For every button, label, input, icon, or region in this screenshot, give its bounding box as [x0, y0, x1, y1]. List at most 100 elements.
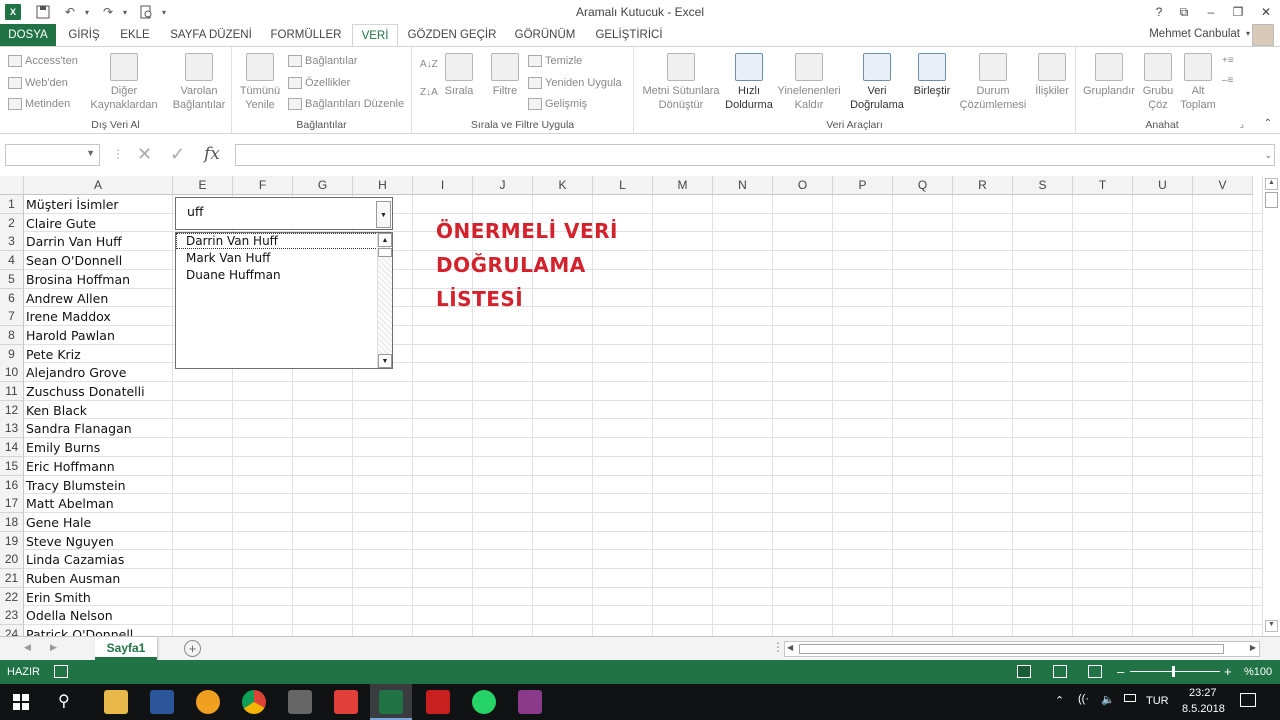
suggestion-list[interactable]: Darrin Van Huff Mark Van Huff Duane Huff…: [175, 232, 393, 369]
row-header[interactable]: 13: [0, 419, 24, 439]
column-header[interactable]: S: [1013, 176, 1073, 195]
table-row[interactable]: Ken Black: [26, 401, 87, 420]
table-row[interactable]: Harold Pawlan: [26, 326, 115, 345]
table-row[interactable]: Andrew Allen: [26, 289, 108, 308]
column-header[interactable]: K: [533, 176, 593, 195]
chrome-icon[interactable]: [242, 690, 266, 714]
table-row[interactable]: Pete Kriz: [26, 345, 81, 364]
volume-icon[interactable]: 🔈: [1101, 693, 1115, 706]
macro-record-icon[interactable]: [54, 665, 68, 678]
calculator-icon[interactable]: [288, 690, 312, 714]
row-header[interactable]: 17: [0, 494, 24, 514]
filter-button[interactable]: Filtre: [486, 53, 524, 98]
hide-detail-icon[interactable]: –≡: [1222, 75, 1233, 86]
other-sources-button[interactable]: Diğer Kaynaklardan: [84, 53, 164, 112]
list-item[interactable]: Duane Huffman: [186, 268, 281, 282]
tab-page-layout[interactable]: SAYFA DÜZENİ: [162, 24, 260, 46]
column-header[interactable]: E: [173, 176, 233, 195]
from-text-button[interactable]: Metinden: [8, 98, 70, 110]
scroll-down-icon[interactable]: ▼: [378, 354, 392, 368]
existing-connections-button[interactable]: Varolan Bağlantılar: [168, 53, 230, 112]
list-scroll-thumb[interactable]: [378, 248, 392, 257]
row-header[interactable]: 4: [0, 251, 24, 271]
zoom-slider-track[interactable]: [1130, 671, 1220, 672]
search-combobox[interactable]: uff ▼: [175, 197, 393, 230]
page-layout-view-icon[interactable]: [1053, 665, 1067, 678]
file-explorer-icon[interactable]: [104, 690, 128, 714]
horizontal-scrollbar[interactable]: ◀ ▶: [784, 641, 1260, 657]
row-header[interactable]: 16: [0, 475, 24, 495]
tab-developer[interactable]: GELİŞTİRİCİ: [588, 24, 670, 46]
maximize-button[interactable]: ❐: [1223, 2, 1253, 22]
clock-date[interactable]: 8.5.2018: [1182, 703, 1225, 715]
properties-button[interactable]: Özellikler: [288, 77, 350, 89]
vertical-scroll-thumb[interactable]: [1265, 192, 1278, 208]
scroll-left-icon[interactable]: ◀: [787, 643, 793, 652]
connections-button[interactable]: Bağlantılar: [288, 55, 358, 67]
acrobat-icon[interactable]: [426, 690, 450, 714]
row-header[interactable]: 12: [0, 400, 24, 420]
tab-file[interactable]: DOSYA: [0, 24, 56, 46]
column-header[interactable]: U: [1133, 176, 1193, 195]
row-header[interactable]: 7: [0, 307, 24, 327]
column-header[interactable]: V: [1193, 176, 1253, 195]
user-dropdown-icon[interactable]: ▾: [1246, 29, 1250, 38]
row-header[interactable]: 15: [0, 456, 24, 476]
table-row[interactable]: Claire Gute: [26, 214, 96, 233]
row-header[interactable]: 9: [0, 344, 24, 364]
sheet-tab[interactable]: Sayfa1: [95, 637, 157, 660]
zoom-out-button[interactable]: –: [1117, 664, 1124, 679]
ribbon-display-button[interactable]: ⧉: [1169, 2, 1199, 22]
excel-taskbar-button[interactable]: [370, 684, 412, 720]
column-header[interactable]: J: [473, 176, 533, 195]
sheet-prev-icon[interactable]: ◀: [24, 642, 31, 653]
tab-split-icon[interactable]: ⋮: [772, 640, 784, 654]
sort-button[interactable]: Sırala: [440, 53, 478, 98]
input-language[interactable]: TUR: [1146, 695, 1169, 707]
tray-chevron-icon[interactable]: ⌃: [1055, 694, 1064, 707]
table-row[interactable]: Matt Abelman: [26, 494, 114, 513]
tab-home[interactable]: GİRİŞ: [60, 24, 108, 46]
scroll-up-icon[interactable]: ▲: [1265, 178, 1278, 190]
row-header[interactable]: 20: [0, 550, 24, 570]
cancel-icon[interactable]: ✕: [137, 144, 152, 165]
row-header[interactable]: 3: [0, 232, 24, 252]
table-row[interactable]: Zuschuss Donatelli: [26, 382, 145, 401]
list-scrollbar[interactable]: ▲ ▼: [377, 233, 392, 368]
show-detail-icon[interactable]: +≡: [1222, 55, 1234, 66]
zoom-slider-thumb[interactable]: [1172, 666, 1175, 677]
relationships-button[interactable]: İlişkiler: [1032, 53, 1072, 98]
column-header[interactable]: Q: [893, 176, 953, 195]
subtotal-button[interactable]: Alt Toplam: [1180, 53, 1216, 112]
sort-za-icon[interactable]: Z↓A: [420, 87, 438, 98]
scroll-up-icon[interactable]: ▲: [378, 233, 392, 247]
what-if-button[interactable]: Durum Çözümlemesi: [952, 53, 1034, 112]
scroll-down-icon[interactable]: ▼: [1265, 620, 1278, 632]
row-header[interactable]: 22: [0, 587, 24, 607]
table-row[interactable]: Gene Hale: [26, 513, 91, 532]
combobox-dropdown-button[interactable]: ▼: [376, 201, 391, 228]
add-sheet-button[interactable]: +: [184, 640, 201, 657]
table-row[interactable]: Erin Smith: [26, 588, 91, 607]
avatar[interactable]: [1252, 24, 1274, 46]
enter-icon[interactable]: ✓: [170, 144, 185, 165]
edit-links-button[interactable]: Bağlantıları Düzenle: [288, 98, 404, 110]
data-validation-button[interactable]: Veri Doğrulama: [844, 53, 910, 112]
name-box-dropdown-icon[interactable]: ▼: [86, 148, 95, 158]
table-row[interactable]: Sean O'Donnell: [26, 251, 122, 270]
column-header[interactable]: N: [713, 176, 773, 195]
minimize-button[interactable]: –: [1196, 2, 1226, 22]
row-header[interactable]: 21: [0, 569, 24, 588]
table-row[interactable]: Brosina Hoffman: [26, 270, 130, 289]
reapply-button[interactable]: Yeniden Uygula: [528, 77, 622, 89]
row-header[interactable]: 1: [0, 195, 24, 214]
table-row[interactable]: Darrin Van Huff: [26, 232, 122, 251]
collapse-ribbon-icon[interactable]: ⌃: [1264, 118, 1272, 129]
consolidate-button[interactable]: Birleştir: [910, 53, 954, 98]
column-header[interactable]: O: [773, 176, 833, 195]
column-header[interactable]: T: [1073, 176, 1133, 195]
table-row[interactable]: Linda Cazamias: [26, 550, 124, 569]
table-row[interactable]: Ruben Ausman: [26, 569, 120, 588]
row-header[interactable]: 14: [0, 438, 24, 458]
whatsapp-icon[interactable]: [472, 690, 496, 714]
